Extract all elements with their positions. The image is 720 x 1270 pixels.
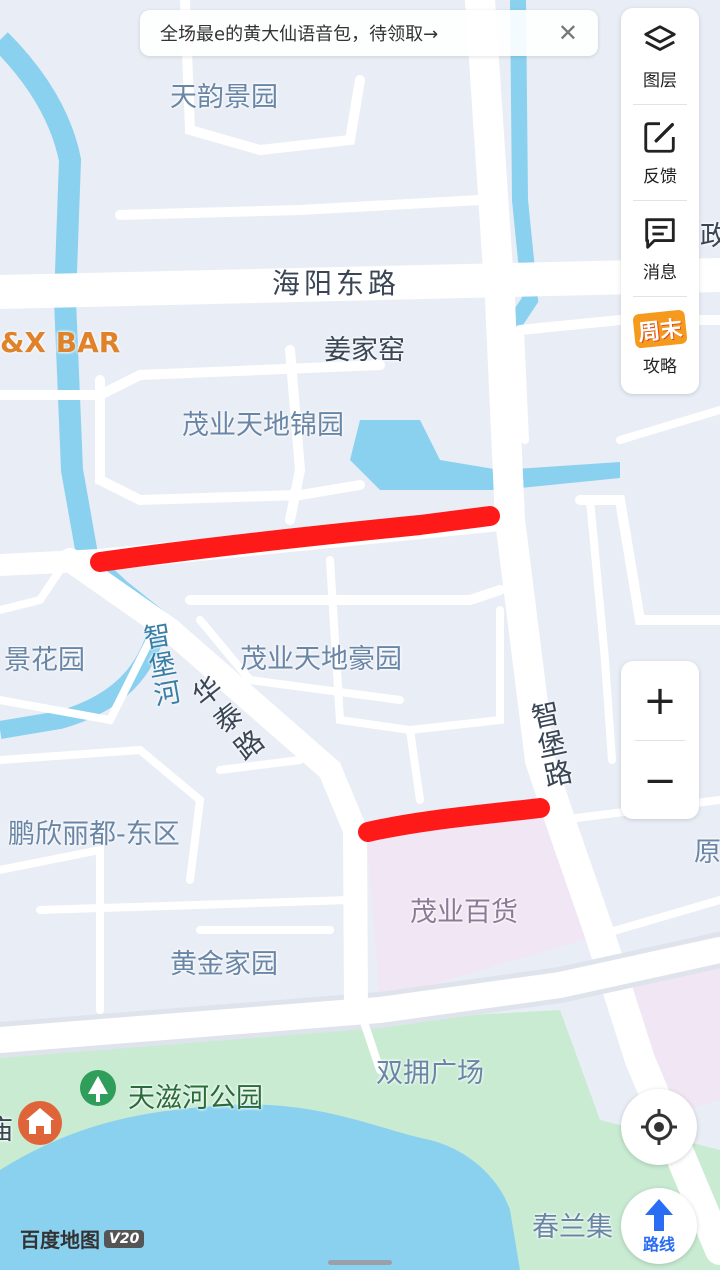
zoom-out-button[interactable]: − bbox=[621, 741, 699, 820]
route-label: 路线 bbox=[642, 1235, 675, 1254]
label-huangjin[interactable]: 黄金家园 bbox=[170, 942, 278, 981]
layers-label: 图层 bbox=[643, 70, 677, 91]
label-tianzi-park[interactable]: 天滋河公园 bbox=[128, 1076, 263, 1115]
messages-label: 消息 bbox=[643, 262, 677, 283]
park-name: 天滋河公园 bbox=[128, 1083, 263, 1114]
label-jinyuan[interactable]: 茂业天地锦园 bbox=[182, 403, 344, 442]
feedback-button[interactable]: 反馈 bbox=[621, 104, 699, 200]
label-right-edge-2[interactable]: 原 bbox=[694, 830, 720, 869]
label-haiyang-road[interactable]: 海阳东路 bbox=[272, 262, 400, 302]
bar-name: &X BAR bbox=[0, 326, 121, 359]
label-baihuo[interactable]: 茂业百货 bbox=[410, 890, 518, 929]
map-toolbar: 图层 反馈 消息 周末 攻略 bbox=[621, 8, 699, 394]
label-bar[interactable]: &X BAR bbox=[0, 326, 120, 359]
route-arrow-icon bbox=[645, 1199, 673, 1231]
feedback-label: 反馈 bbox=[643, 166, 677, 187]
messages-button[interactable]: 消息 bbox=[621, 200, 699, 296]
label-haoyuan[interactable]: 茂业天地豪园 bbox=[240, 637, 402, 676]
weekend-guide-button[interactable]: 周末 攻略 bbox=[621, 296, 699, 392]
zoom-control: + − bbox=[621, 661, 699, 819]
label-pengxin[interactable]: 鹏欣丽都-东区 bbox=[8, 812, 180, 851]
label-chunlan[interactable]: 春兰集 bbox=[532, 1205, 613, 1244]
banner-text[interactable]: 全场最e的黄大仙语音包，待领取→ bbox=[160, 20, 438, 46]
label-shuangyong[interactable]: 双拥广场 bbox=[376, 1051, 484, 1090]
route-button[interactable]: 路线 bbox=[621, 1188, 697, 1264]
logo-text: 百度地图 bbox=[20, 1228, 100, 1252]
park-pin-icon bbox=[80, 1070, 116, 1106]
home-indicator[interactable] bbox=[328, 1260, 392, 1265]
label-right-edge-1[interactable]: 政 bbox=[700, 214, 720, 253]
layers-icon bbox=[644, 24, 676, 51]
map-canvas[interactable] bbox=[0, 0, 720, 1270]
promo-banner[interactable]: 全场最e的黄大仙语音包，待领取→ ✕ bbox=[140, 10, 598, 56]
label-tianyun[interactable]: 天韵景园 bbox=[170, 75, 278, 114]
baidu-map-logo: 百度地图 V20 bbox=[20, 1224, 145, 1253]
close-icon[interactable]: ✕ bbox=[558, 21, 578, 45]
label-jinghua[interactable]: 景花园 bbox=[4, 638, 85, 677]
label-left-edge[interactable]: 庙 bbox=[0, 1108, 13, 1147]
temple-pin-icon bbox=[18, 1101, 62, 1145]
guide-label: 攻略 bbox=[643, 356, 677, 377]
label-jiangjiayao[interactable]: 姜家窑 bbox=[324, 328, 405, 367]
edit-icon bbox=[644, 121, 675, 153]
message-icon bbox=[645, 217, 675, 249]
layers-button[interactable]: 图层 bbox=[621, 8, 699, 104]
locate-icon bbox=[641, 1109, 677, 1145]
zoom-in-button[interactable]: + bbox=[621, 661, 699, 740]
weekend-badge: 周末 bbox=[632, 308, 688, 349]
version-badge: V20 bbox=[104, 1229, 145, 1248]
locate-button[interactable] bbox=[621, 1089, 697, 1165]
